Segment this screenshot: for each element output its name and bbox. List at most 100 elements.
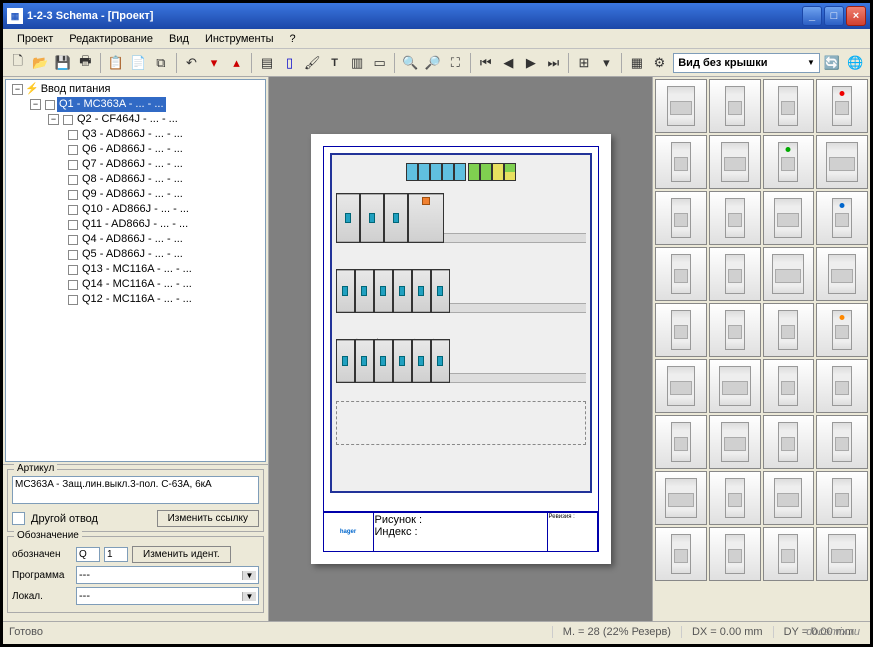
tree-node[interactable]: Q14 - MC116A - ... - ... bbox=[8, 277, 263, 292]
breaker-q5[interactable] bbox=[374, 269, 393, 313]
drawing-canvas[interactable]: Q1Q2 bbox=[269, 77, 652, 621]
next-icon[interactable]: ▶ bbox=[520, 52, 542, 74]
palette-item[interactable] bbox=[763, 359, 815, 413]
tree-view[interactable]: − ⚡ Ввод питания − Q1 - MC363A - ... - .… bbox=[5, 79, 266, 462]
palette-item[interactable] bbox=[709, 191, 761, 245]
zoom-out-icon[interactable]: 🔎 bbox=[422, 52, 444, 74]
breaker-q12[interactable] bbox=[393, 339, 412, 383]
palette-item[interactable] bbox=[655, 471, 707, 525]
component-icon[interactable]: ▯ bbox=[279, 52, 301, 74]
breaker-q11[interactable] bbox=[374, 339, 393, 383]
breaker-q6[interactable] bbox=[393, 269, 412, 313]
save-icon[interactable]: 💾 bbox=[52, 52, 74, 74]
new-icon[interactable]: 🗋 bbox=[7, 52, 29, 74]
first-icon[interactable]: ⏮ bbox=[475, 52, 497, 74]
breaker-q10[interactable] bbox=[355, 339, 374, 383]
tree-node[interactable]: Q5 - AD866J - ... - ... bbox=[8, 247, 263, 262]
breaker-q1b[interactable] bbox=[360, 193, 384, 243]
program-combo[interactable]: --- ▼ bbox=[76, 566, 259, 584]
arrow-down-icon[interactable]: ▾ bbox=[596, 52, 618, 74]
paste-icon[interactable]: 📄 bbox=[128, 52, 150, 74]
duplicate-icon[interactable]: ⧉ bbox=[150, 52, 172, 74]
palette-item[interactable] bbox=[763, 79, 815, 133]
palette-item[interactable] bbox=[816, 527, 868, 581]
prev-icon[interactable]: ◀ bbox=[498, 52, 520, 74]
open-icon[interactable]: 📂 bbox=[30, 52, 52, 74]
tree-node[interactable]: Q12 - MC116A - ... - ... bbox=[8, 292, 263, 307]
settings-icon[interactable]: ⚙ bbox=[649, 52, 671, 74]
undo-icon[interactable]: ↶ bbox=[181, 52, 203, 74]
palette-item[interactable] bbox=[655, 415, 707, 469]
collapse-icon[interactable]: − bbox=[48, 114, 59, 125]
menu-view[interactable]: Вид bbox=[161, 31, 197, 47]
palette-item[interactable] bbox=[709, 135, 761, 189]
palette-item[interactable] bbox=[816, 79, 868, 133]
grid-icon[interactable]: ⊞ bbox=[573, 52, 595, 74]
props-icon[interactable]: ▦ bbox=[626, 52, 648, 74]
tree-node[interactable]: Q9 - AD866J - ... - ... bbox=[8, 187, 263, 202]
breaker-q1[interactable] bbox=[336, 193, 360, 243]
terminal-block-2[interactable] bbox=[468, 163, 516, 181]
tree-node[interactable]: Q8 - AD866J - ... - ... bbox=[8, 172, 263, 187]
breaker-q9[interactable] bbox=[336, 339, 355, 383]
tree-node[interactable]: Q6 - AD866J - ... - ... bbox=[8, 142, 263, 157]
change-ident-button[interactable]: Изменить идент. bbox=[132, 546, 231, 563]
palette-item[interactable] bbox=[763, 471, 815, 525]
palette-item[interactable] bbox=[655, 191, 707, 245]
print-icon[interactable]: 🖶 bbox=[75, 52, 97, 74]
designation-number-input[interactable] bbox=[104, 547, 128, 562]
tree-node[interactable]: Q4 - AD866J - ... - ... bbox=[8, 232, 263, 247]
tree-node[interactable]: Q10 - AD866J - ... - ... bbox=[8, 202, 263, 217]
palette-item[interactable] bbox=[709, 527, 761, 581]
tree-node-q1[interactable]: − Q1 - MC363A - ... - ... bbox=[8, 97, 263, 112]
palette-item[interactable] bbox=[763, 303, 815, 357]
palette-item[interactable] bbox=[816, 303, 868, 357]
empty-rail-placeholder[interactable] bbox=[336, 401, 586, 445]
minimize-button[interactable]: _ bbox=[802, 6, 822, 26]
tree-node[interactable]: Q3 - AD866J - ... - ... bbox=[8, 127, 263, 142]
paint-icon[interactable]: 🖌 bbox=[301, 52, 323, 74]
form-icon[interactable]: ▭ bbox=[369, 52, 391, 74]
tree-node[interactable]: Q13 - MC116A - ... - ... bbox=[8, 262, 263, 277]
maximize-button[interactable]: □ bbox=[824, 6, 844, 26]
breaker-q1c[interactable] bbox=[384, 193, 408, 243]
tree-node-q2[interactable]: − Q2 - CF464J - ... - ... bbox=[8, 112, 263, 127]
palette-item[interactable] bbox=[655, 359, 707, 413]
palette-item[interactable] bbox=[655, 79, 707, 133]
palette-item[interactable] bbox=[763, 191, 815, 245]
close-button[interactable]: × bbox=[846, 6, 866, 26]
list-icon[interactable]: ▥ bbox=[346, 52, 368, 74]
menu-tools[interactable]: Инструменты bbox=[197, 31, 282, 47]
globe-icon[interactable]: 🌐 bbox=[844, 52, 866, 74]
palette-item[interactable] bbox=[816, 247, 868, 301]
palette-item[interactable] bbox=[763, 247, 815, 301]
article-text[interactable]: MC363A - Защ.лин.выкл.3-пол. C-63A, 6кА bbox=[12, 476, 259, 504]
text-icon[interactable]: T bbox=[324, 52, 346, 74]
menu-project[interactable]: Проект bbox=[9, 31, 61, 47]
refresh-icon[interactable]: 🔄 bbox=[821, 52, 843, 74]
tree-root[interactable]: − ⚡ Ввод питания bbox=[8, 82, 263, 97]
copy-icon[interactable]: 📋 bbox=[105, 52, 127, 74]
breaker-q14[interactable] bbox=[431, 339, 450, 383]
palette-item[interactable] bbox=[709, 303, 761, 357]
breaker-q8[interactable] bbox=[431, 269, 450, 313]
breaker-q7[interactable] bbox=[412, 269, 431, 313]
breaker-q13[interactable] bbox=[412, 339, 431, 383]
designation-letter-input[interactable] bbox=[76, 547, 100, 562]
breaker-q4[interactable] bbox=[355, 269, 374, 313]
palette-item[interactable] bbox=[816, 191, 868, 245]
palette-item[interactable] bbox=[709, 79, 761, 133]
change-link-button[interactable]: Изменить ссылку bbox=[157, 510, 259, 527]
zoom-fit-icon[interactable]: ⛶ bbox=[445, 52, 467, 74]
tree-node[interactable]: Q7 - AD866J - ... - ... bbox=[8, 157, 263, 172]
zoom-in-icon[interactable]: 🔍 bbox=[399, 52, 421, 74]
palette-item[interactable] bbox=[816, 415, 868, 469]
palette-item[interactable] bbox=[655, 247, 707, 301]
view-mode-combo[interactable]: Вид без крышки ▼ bbox=[673, 53, 820, 73]
tree-node[interactable]: Q11 - AD866J - ... - ... bbox=[8, 217, 263, 232]
palette-item[interactable] bbox=[709, 359, 761, 413]
layer-icon[interactable]: ▤ bbox=[256, 52, 278, 74]
palette-item[interactable] bbox=[763, 527, 815, 581]
sort-icon[interactable]: ▴ bbox=[226, 52, 248, 74]
palette-item[interactable] bbox=[816, 471, 868, 525]
